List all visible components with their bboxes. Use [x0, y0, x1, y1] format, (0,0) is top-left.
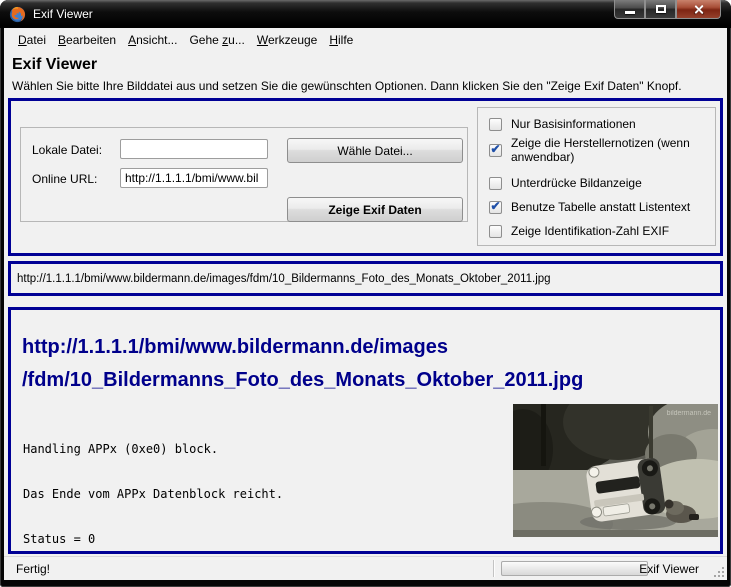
local-file-label: Lokale Datei: [32, 143, 103, 157]
option-show-exif-id[interactable]: Zeige Identifikation-Zahl EXIF [489, 224, 709, 238]
photo-thumbnail: bildermann.de [473, 384, 720, 546]
show-exif-button[interactable]: Zeige Exif Daten [287, 197, 463, 222]
status-text: Fertig! [16, 561, 51, 576]
progress-bar [501, 561, 648, 576]
menu-bearbeiten[interactable]: Bearbeiten [52, 30, 122, 50]
statusbar-separator [493, 560, 495, 577]
maximize-button[interactable] [645, 0, 676, 19]
url-echo-text: http://1.1.1.1/bmi/www.bildermann.de/ima… [17, 272, 551, 285]
maximize-icon [655, 5, 666, 13]
resize-grip[interactable] [712, 565, 724, 577]
options-groupbox: Nur Basisinformationen Zeige die Herstel… [477, 107, 716, 246]
file-input-groupbox: Lokale Datei: Wähle Datei... Online URL:… [20, 127, 468, 222]
option-use-table[interactable]: Benutze Tabelle anstatt Listentext [489, 199, 709, 214]
minimize-icon [624, 10, 635, 14]
checkbox-icon[interactable] [489, 199, 502, 214]
menu-hilfe[interactable]: Hilfe [323, 30, 359, 50]
online-url-input[interactable] [120, 168, 268, 188]
menubar: Datei Bearbeiten Ansicht... Gehe zu... W… [4, 28, 727, 51]
window-title: Exif Viewer [33, 7, 93, 21]
menu-datei[interactable]: Datei [12, 30, 52, 50]
option-basic-info[interactable]: Nur Basisinformationen [489, 117, 709, 131]
page-description: Wählen Sie bitte Ihre Bilddatei aus und … [12, 79, 682, 93]
option-maker-notes[interactable]: Zeige die Herstellernotizen (wenn anwend… [489, 136, 709, 164]
menu-werkzeuge[interactable]: Werkzeuge [251, 30, 323, 50]
checkbox-icon[interactable] [489, 142, 502, 157]
local-file-input[interactable] [120, 139, 268, 159]
checkbox-icon[interactable] [489, 117, 502, 131]
page-title: Exif Viewer [12, 56, 98, 73]
results-section: http://1.1.1.1/bmi/www.bildermann.de/ima… [8, 307, 723, 554]
firefox-icon [9, 6, 26, 23]
client-area: Datei Bearbeiten Ansicht... Gehe zu... W… [4, 28, 727, 580]
choose-file-button[interactable]: Wähle Datei... [287, 138, 463, 163]
photo-watermark: bildermann.de [667, 410, 711, 417]
menu-gehe-zu[interactable]: Gehe zu... [183, 30, 250, 50]
option-suppress-image[interactable]: Unterdrücke Bildanzeige [489, 176, 709, 190]
statusbar: Fertig! Exif Viewer [4, 556, 727, 580]
close-icon [693, 4, 704, 15]
checkbox-icon[interactable] [489, 224, 502, 238]
input-section: Lokale Datei: Wähle Datei... Online URL:… [8, 98, 723, 256]
menu-ansicht[interactable]: Ansicht... [122, 30, 183, 50]
statusbar-app-label: Exif Viewer [639, 561, 699, 576]
checkbox-icon[interactable] [489, 176, 502, 190]
close-button[interactable] [676, 0, 721, 19]
online-url-label: Online URL: [32, 172, 98, 186]
minimize-button[interactable] [614, 0, 645, 19]
result-url-heading: http://1.1.1.1/bmi/www.bildermann.de/ima… [22, 336, 584, 391]
titlebar[interactable]: Exif Viewer [0, 0, 731, 28]
url-echo-bar: http://1.1.1.1/bmi/www.bildermann.de/ima… [8, 261, 723, 296]
app-window: Exif Viewer Datei Bearbeiten Ansicht... … [0, 0, 731, 587]
